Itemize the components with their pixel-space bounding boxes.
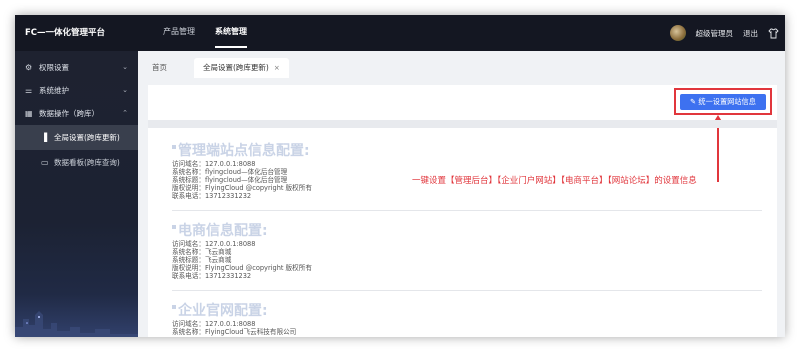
close-icon[interactable]: × <box>274 64 280 72</box>
top-nav: 产品管理 系统管理 <box>163 15 267 51</box>
sidebar: ⚙ 权限设置 ⌄ ⚌ 系统维护 ⌄ ▦ 数据操作（跨库） ⌃ ▐ 全局设置(跨库更新) … <box>15 51 138 337</box>
info-line: 联系电话：13712331232 <box>172 272 252 280</box>
gear-icon: ⚙ <box>25 63 33 72</box>
app-window: FC—一体化管理平台 产品管理 系统管理 超级管理员 退出 ⚙ 权限设置 ⌄ ⚌ 系… <box>15 15 785 337</box>
sidebar-subitem-label: 数据看板(跨库查询) <box>54 158 120 167</box>
annotation-highlight-box <box>674 88 772 115</box>
config-sections: 管理端站点信息配置: 访问域名：127.0.0.1:8088 系统名称：flyi… <box>172 143 762 337</box>
top-bar: FC—一体化管理平台 产品管理 系统管理 超级管理员 退出 <box>15 15 785 51</box>
main-panel: ✎ 统一设置网站信息 一键设置【管理后台】【企业门户网站】【电商平台】【网站论坛… <box>148 85 777 337</box>
sidebar-subitem-label: 全局设置(跨库更新) <box>54 133 120 142</box>
info-line: 访问域名：127.0.0.1:8088 <box>172 160 256 168</box>
section-title: 企业官网配置: <box>172 303 762 319</box>
chevron-up-icon: ⌃ <box>122 109 128 117</box>
avatar[interactable] <box>669 25 686 41</box>
bar-chart-icon: ▐ <box>41 133 48 142</box>
info-line: 版权说明：FlyingCloud @copyright 版权所有 <box>172 264 312 272</box>
tab-label: 全局设置(跨库更新) <box>203 63 269 72</box>
chevron-down-icon: ⌄ <box>122 63 128 71</box>
info-line: 联系电话：13712331232 <box>172 192 252 200</box>
theme-shirt-icon[interactable] <box>768 28 779 39</box>
config-section-corporate: 企业官网配置: 访问域名：127.0.0.1:8088 系统名称：FlyingC… <box>172 303 762 337</box>
info-line: 访问域名：127.0.0.1:8088 <box>172 320 256 328</box>
tab-bar: 首页 全局设置(跨库更新) × <box>138 51 785 78</box>
grid-icon: ▦ <box>25 109 33 118</box>
tab-home[interactable]: 首页 <box>152 58 167 78</box>
divider-bar <box>148 120 777 128</box>
monitor-icon: ▭ <box>41 158 49 167</box>
info-line: 系统名称：flyingcloud—体化后台管理 <box>172 168 288 176</box>
info-line: 系统名称：飞云商城 <box>172 248 232 256</box>
user-name[interactable]: 超级管理员 <box>696 28 734 39</box>
brand-title: FC—一体化管理平台 <box>25 28 106 38</box>
sidebar-item-label: 数据操作（跨库） <box>39 109 99 118</box>
config-section-admin: 管理端站点信息配置: 访问域名：127.0.0.1:8088 系统名称：flyi… <box>172 143 762 211</box>
info-line: 版权说明：FlyingCloud @copyright 版权所有 <box>172 184 312 192</box>
info-line: 系统标题：飞云商城 <box>172 256 232 264</box>
info-line: 系统标题：flyingcloud—体化后台管理 <box>172 176 288 184</box>
sidebar-item-maintenance[interactable]: ⚌ 系统维护 ⌄ <box>15 79 138 102</box>
sidebar-subitem-global-settings[interactable]: ▐ 全局设置(跨库更新) <box>15 125 138 150</box>
sidebar-item-permissions[interactable]: ⚙ 权限设置 ⌄ <box>15 56 138 79</box>
logout-link[interactable]: 退出 <box>743 28 758 39</box>
sidebar-item-label: 权限设置 <box>39 63 69 72</box>
section-title: 管理端站点信息配置: <box>172 143 762 159</box>
section-title: 电商信息配置: <box>172 223 762 239</box>
info-line: 访问域名：127.0.0.1:8088 <box>172 240 256 248</box>
tab-global-settings[interactable]: 全局设置(跨库更新) × <box>194 58 289 78</box>
config-section-ecommerce: 电商信息配置: 访问域名：127.0.0.1:8088 系统名称：飞云商城 系统… <box>172 223 762 291</box>
user-area: 超级管理员 退出 <box>669 15 780 51</box>
sidebar-subitem-data-board[interactable]: ▭ 数据看板(跨库查询) <box>15 150 138 175</box>
topnav-product[interactable]: 产品管理 <box>163 15 195 51</box>
sliders-icon: ⚌ <box>25 86 33 95</box>
sidebar-item-data-ops[interactable]: ▦ 数据操作（跨库） ⌃ <box>15 102 138 125</box>
info-line: 系统名称：FlyingCloud飞云科技有限公司 <box>172 328 297 336</box>
topnav-system[interactable]: 系统管理 <box>215 15 247 51</box>
chevron-down-icon: ⌄ <box>122 86 128 94</box>
sidebar-item-label: 系统维护 <box>39 86 69 95</box>
city-skyline-decoration <box>15 311 138 337</box>
